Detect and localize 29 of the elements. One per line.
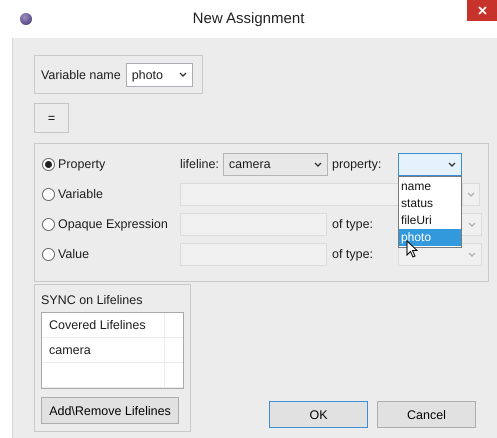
cancel-button[interactable]: Cancel <box>377 401 476 428</box>
option-label: Variable <box>58 187 103 201</box>
dropdown-option[interactable]: fileUri <box>399 212 461 228</box>
option-label: Opaque Expression <box>58 217 168 231</box>
add-remove-lifelines-button[interactable]: Add\Remove Lifelines <box>41 397 179 424</box>
app-icon <box>20 13 32 25</box>
radio-button[interactable] <box>42 158 55 170</box>
variable-name-label: Variable name <box>41 68 121 82</box>
column-header[interactable]: Covered Lifelines <box>42 313 165 337</box>
lifeline-dropdown[interactable]: camera <box>222 152 328 176</box>
variable-name-dropdown[interactable]: photo <box>126 62 193 86</box>
table-cell[interactable]: camera <box>42 338 165 362</box>
close-button[interactable] <box>467 0 497 21</box>
dropdown-option[interactable]: name <box>399 178 461 194</box>
radio-button[interactable] <box>42 188 55 200</box>
close-icon <box>478 6 486 15</box>
sync-title: SYNC on Lifelines <box>41 293 144 307</box>
property-label: property: <box>332 157 382 171</box>
type-label: of type: <box>332 217 373 231</box>
type-label: of type: <box>332 247 373 261</box>
ok-button[interactable]: OK <box>269 401 368 428</box>
window-title: New Assignment <box>192 10 304 27</box>
lifeline-label: lifeline: <box>180 157 219 171</box>
option-label: Property <box>58 157 106 171</box>
radio-button[interactable] <box>42 218 55 230</box>
option-label: Value <box>58 247 90 261</box>
dropdown-option[interactable]: status <box>399 194 461 212</box>
radio-button[interactable] <box>42 248 55 260</box>
operator-button[interactable]: = <box>34 103 69 133</box>
